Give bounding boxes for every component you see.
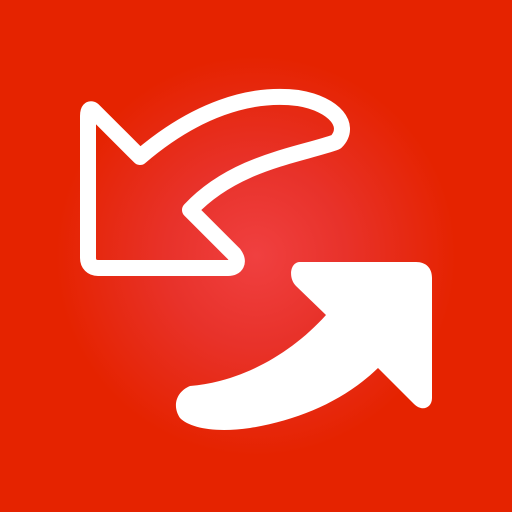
app-icon-background <box>0 0 512 512</box>
outline-arrow-down-left-icon <box>80 88 350 276</box>
solid-arrow-up-right-icon <box>175 262 432 430</box>
swap-arrows-icon <box>80 88 432 430</box>
